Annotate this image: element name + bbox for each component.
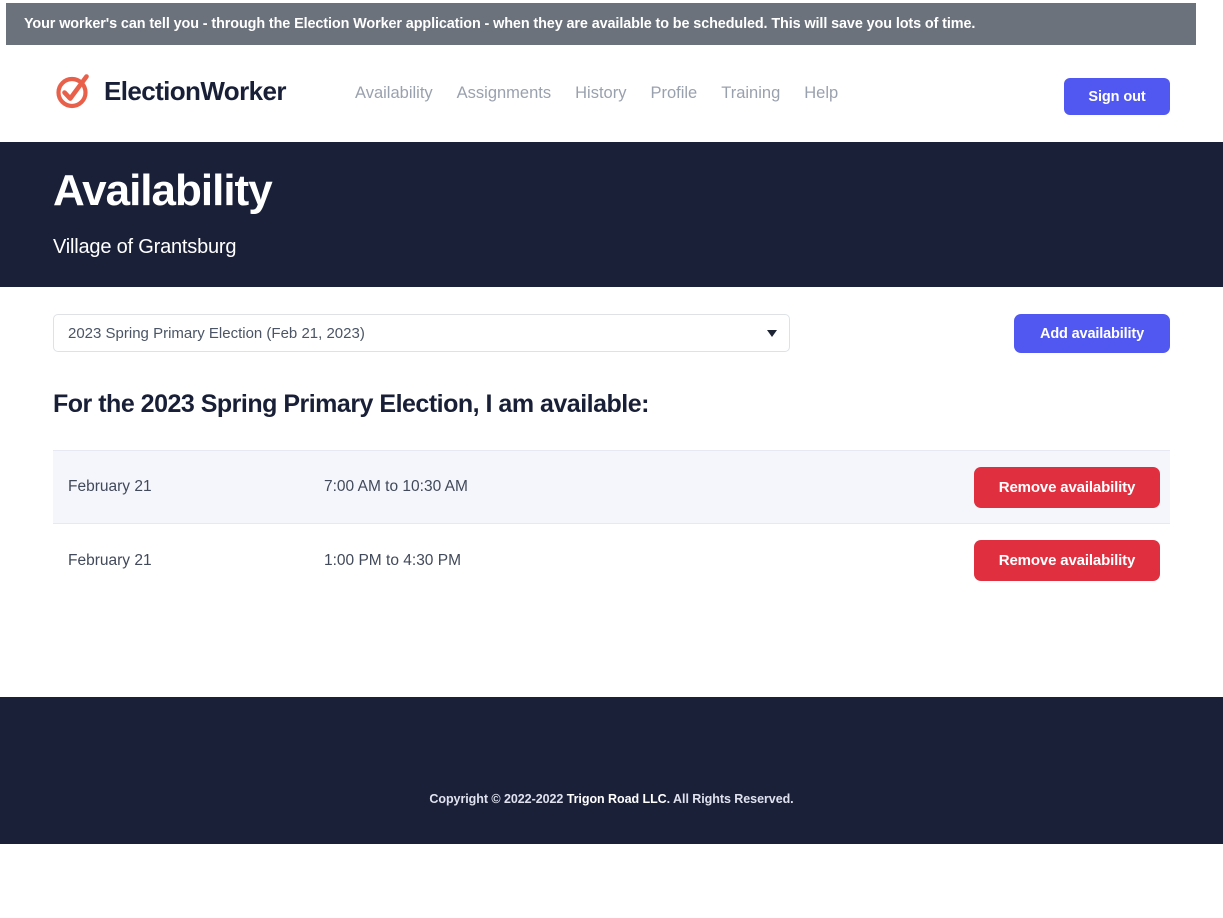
chevron-down-icon	[767, 329, 777, 337]
add-availability-button[interactable]: Add availability	[1014, 314, 1170, 353]
election-select[interactable]: 2023 Spring Primary Election (Feb 21, 20…	[53, 314, 790, 352]
copyright-prefix: Copyright © 2022-2022	[429, 792, 567, 806]
page-subtitle: Village of Grantsburg	[53, 236, 237, 258]
site-footer: Copyright © 2022-2022 Trigon Road LLC. A…	[0, 697, 1223, 844]
nav-item-history[interactable]: History	[575, 85, 650, 102]
sign-out-button[interactable]: Sign out	[1064, 78, 1170, 115]
nav-item-training[interactable]: Training	[721, 85, 804, 102]
brand-name: ElectionWorker	[104, 76, 286, 106]
site-header: ElectionWorker Availability Assignments …	[0, 46, 1223, 142]
table-row: February 21 1:00 PM to 4:30 PM Remove av…	[53, 524, 1170, 597]
nav-item-availability[interactable]: Availability	[355, 85, 457, 102]
availability-heading: For the 2023 Spring Primary Election, I …	[53, 390, 649, 418]
nav-item-assignments[interactable]: Assignments	[457, 85, 575, 102]
table-row: February 21 7:00 AM to 10:30 AM Remove a…	[53, 451, 1170, 524]
row-time-range: 7:00 AM to 10:30 AM	[324, 478, 468, 496]
notice-banner: Your worker's can tell you - through the…	[6, 3, 1196, 45]
availability-table: February 21 7:00 AM to 10:30 AM Remove a…	[53, 450, 1170, 597]
circle-check-icon	[56, 74, 89, 109]
row-date: February 21	[68, 551, 152, 569]
nav-item-help[interactable]: Help	[804, 85, 838, 102]
footer-copyright: Copyright © 2022-2022 Trigon Road LLC. A…	[0, 793, 1223, 806]
row-time-range: 1:00 PM to 4:30 PM	[324, 551, 461, 569]
page-root: Your worker's can tell you - through the…	[0, 0, 1223, 918]
notice-banner-text: Your worker's can tell you - through the…	[24, 15, 976, 32]
remove-availability-button[interactable]: Remove availability	[974, 466, 1160, 508]
company-name: Trigon Road LLC	[566, 792, 667, 806]
row-date: February 21	[68, 478, 152, 496]
nav-item-profile[interactable]: Profile	[650, 85, 721, 102]
main-navigation: Availability Assignments History Profile…	[355, 85, 838, 102]
election-select-value: 2023 Spring Primary Election (Feb 21, 20…	[68, 325, 365, 341]
main-content: 2023 Spring Primary Election (Feb 21, 20…	[0, 287, 1223, 695]
brand-logo-link[interactable]: ElectionWorker	[53, 70, 286, 112]
remove-availability-button[interactable]: Remove availability	[974, 540, 1160, 581]
copyright-suffix: . All Rights Reserved.	[666, 792, 794, 806]
page-hero: Availability Village of Grantsburg	[0, 142, 1223, 287]
page-title: Availability	[53, 166, 273, 215]
